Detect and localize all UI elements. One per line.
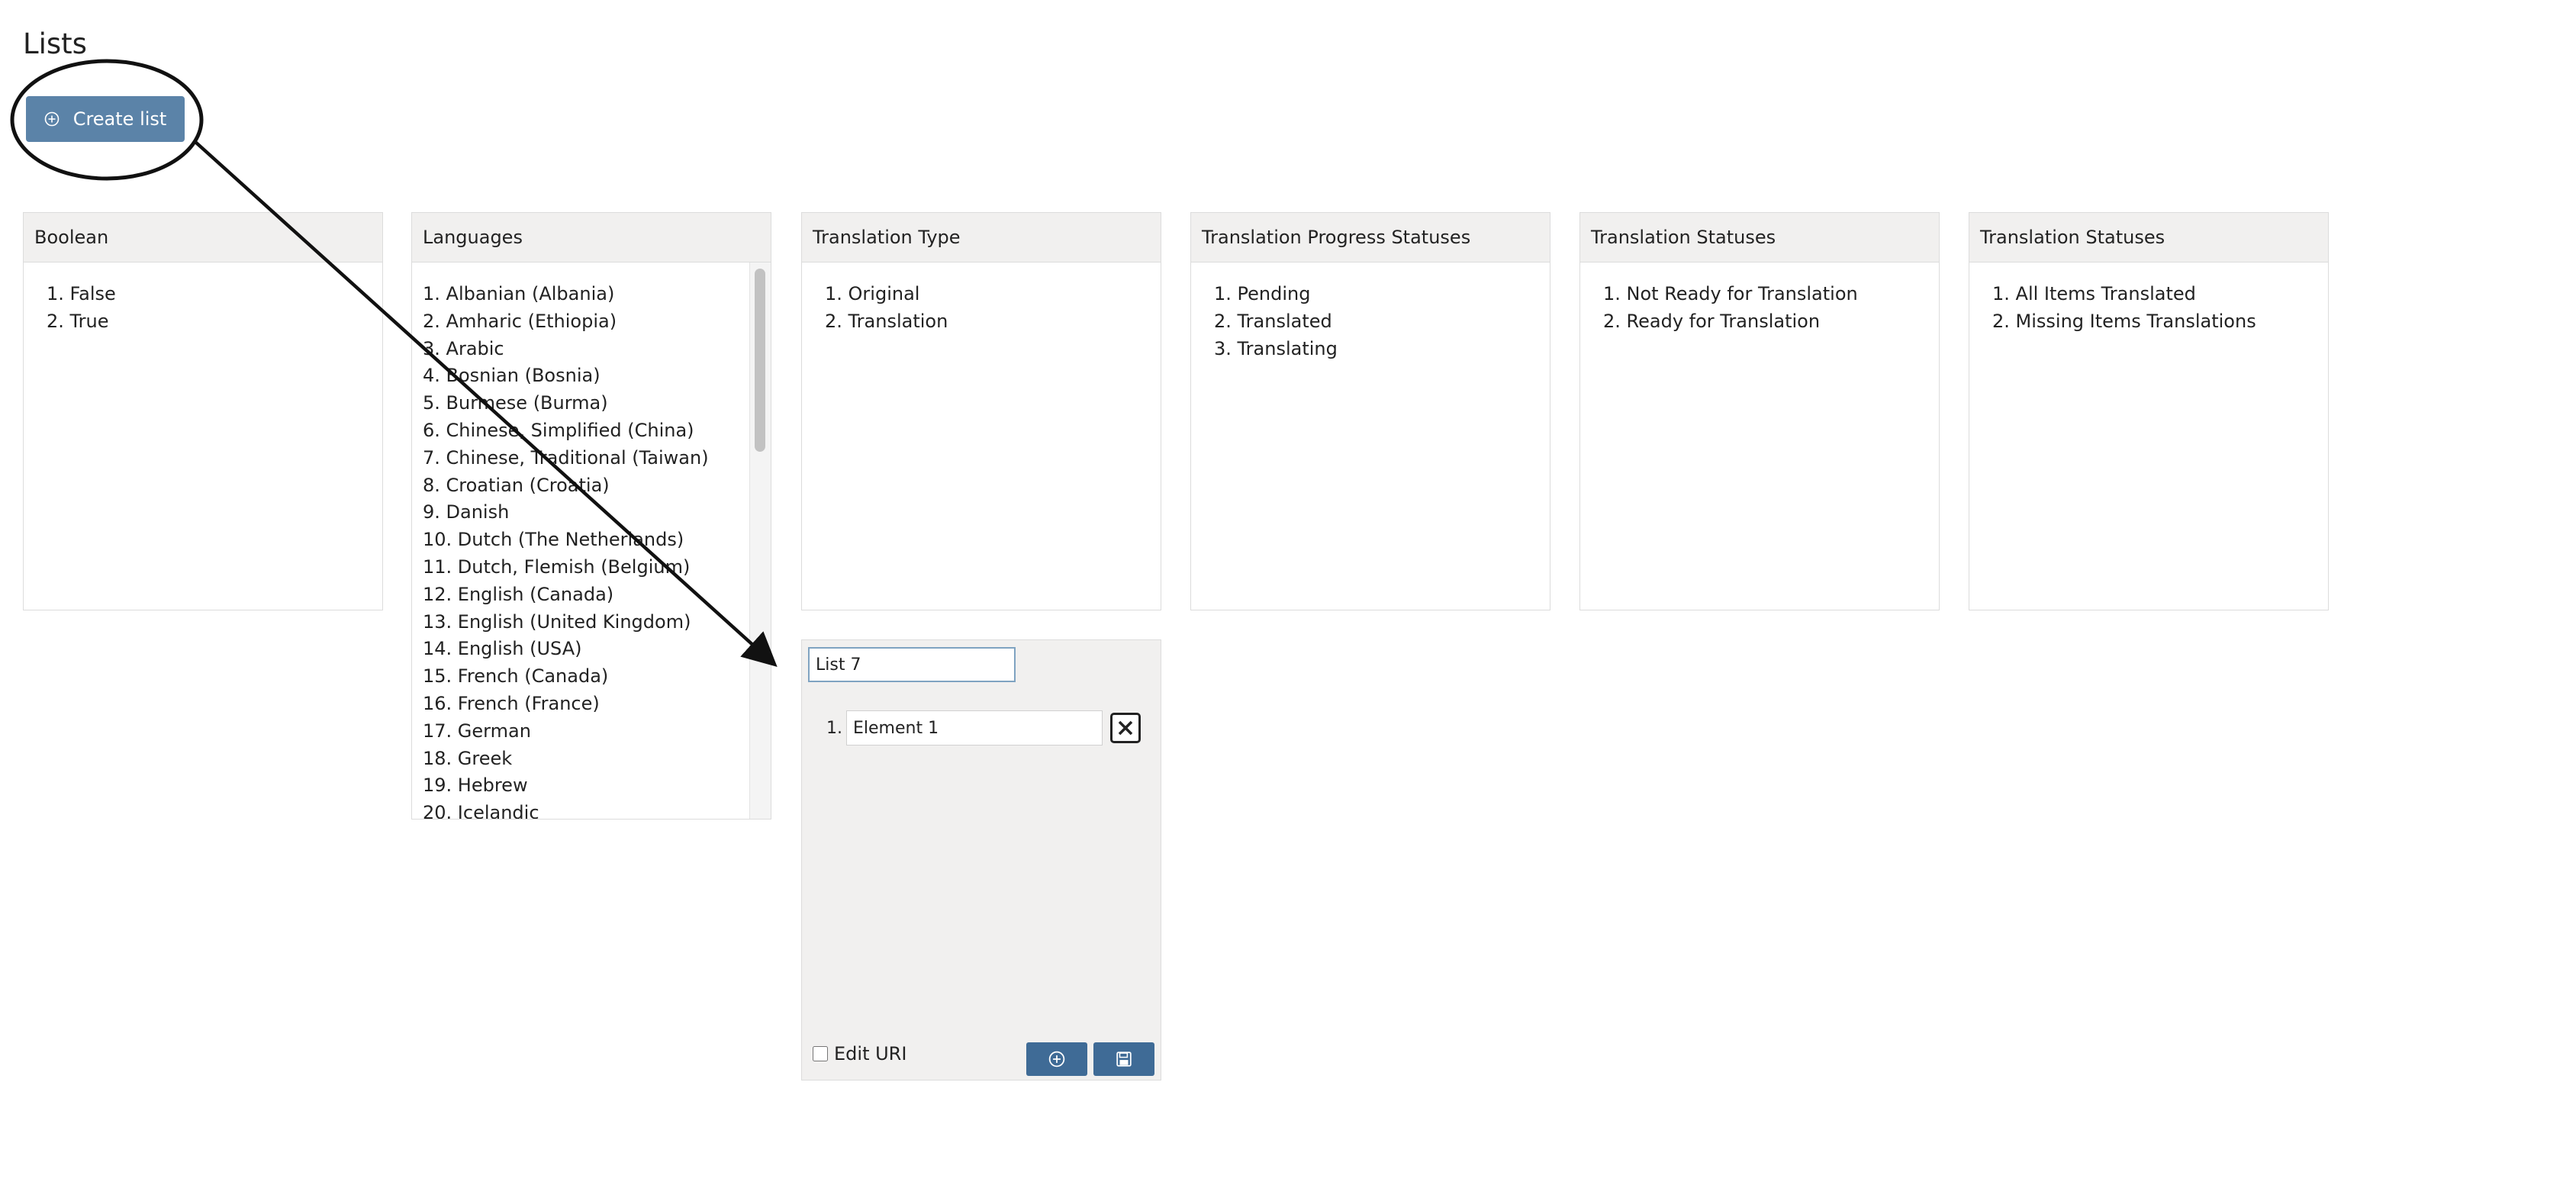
list-name-input[interactable] bbox=[808, 647, 1016, 682]
list-item: 14. English (USA) bbox=[423, 638, 582, 660]
list-item: 10. Dutch (The Netherlands) bbox=[423, 529, 684, 551]
list-items: 1. All Items Translated 2. Missing Items… bbox=[1969, 262, 2328, 336]
list-item: 16. French (France) bbox=[423, 692, 600, 714]
panel-title: Languages bbox=[412, 213, 771, 262]
list-panel-languages: Languages 1. Albanian (Albania) 2. Amhar… bbox=[411, 212, 771, 820]
list-item: 1. False bbox=[47, 283, 116, 304]
close-x-icon bbox=[1118, 720, 1133, 736]
new-list-editor: 1. Edit URI bbox=[801, 639, 1161, 1080]
list-item: 2. Translated bbox=[1214, 310, 1332, 332]
element-row: 1. bbox=[826, 710, 1141, 746]
plus-circle-icon bbox=[44, 111, 59, 127]
list-item: 2. True bbox=[47, 310, 109, 332]
save-list-button[interactable] bbox=[1093, 1042, 1154, 1076]
list-item: 11. Dutch, Flemish (Belgium) bbox=[423, 556, 691, 578]
floppy-disk-icon bbox=[1116, 1051, 1132, 1067]
panel-title: Translation Statuses bbox=[1580, 213, 1939, 262]
remove-element-button[interactable] bbox=[1110, 713, 1141, 743]
list-item: 3. Arabic bbox=[423, 337, 504, 359]
list-panel-translation-statuses-2: Translation Statuses 1. All Items Transl… bbox=[1969, 212, 2329, 610]
create-list-button[interactable]: Create list bbox=[26, 96, 185, 142]
list-item: 17. German bbox=[423, 720, 531, 742]
element-number: 1. bbox=[826, 718, 842, 738]
plus-circle-icon bbox=[1048, 1051, 1065, 1068]
list-item: 1. Not Ready for Translation bbox=[1603, 283, 1858, 304]
edit-uri-checkbox[interactable] bbox=[813, 1046, 828, 1061]
panel-title: Boolean bbox=[24, 213, 382, 262]
list-item: 20. Icelandic bbox=[423, 802, 539, 819]
edit-uri-toggle[interactable]: Edit URI bbox=[813, 1043, 906, 1064]
list-item: 2. Ready for Translation bbox=[1603, 310, 1821, 332]
list-panel-translation-statuses: Translation Statuses 1. Not Ready for Tr… bbox=[1579, 212, 1940, 610]
list-items: 1. Original 2. Translation bbox=[802, 262, 1161, 336]
list-item: 7. Chinese, Traditional (Taiwan) bbox=[423, 446, 709, 469]
list-item: 2. Missing Items Translations bbox=[1992, 310, 2256, 332]
list-item: 6. Chinese, Simplified (China) bbox=[423, 419, 694, 441]
list-items: 1. Pending 2. Translated 3. Translating bbox=[1191, 262, 1550, 362]
list-item: 12. English (Canada) bbox=[423, 583, 614, 605]
list-item: 1. Albanian (Albania) bbox=[423, 283, 615, 304]
element-input[interactable] bbox=[846, 710, 1103, 746]
panel-title: Translation Type bbox=[802, 213, 1161, 262]
list-item: 13. English (United Kingdom) bbox=[423, 610, 691, 633]
list-item: 19. Hebrew bbox=[423, 775, 528, 797]
page-title: Lists bbox=[23, 27, 87, 60]
list-panel-translation-progress-statuses: Translation Progress Statuses 1. Pending… bbox=[1190, 212, 1550, 610]
list-item: 1. Original bbox=[825, 283, 920, 304]
edit-uri-label: Edit URI bbox=[834, 1043, 907, 1064]
vertical-scrollbar[interactable] bbox=[749, 262, 771, 819]
scrollbar-thumb[interactable] bbox=[755, 269, 765, 452]
list-item: 1. All Items Translated bbox=[1992, 283, 2196, 304]
panel-title: Translation Progress Statuses bbox=[1191, 213, 1550, 262]
list-item: 2. Translation bbox=[825, 310, 948, 332]
list-item: 18. Greek bbox=[423, 747, 513, 769]
list-items: 1. False 2. True bbox=[24, 262, 382, 336]
list-item: 4. Bosnian (Bosnia) bbox=[423, 365, 601, 387]
list-item: 15. French (Canada) bbox=[423, 665, 609, 688]
list-item: 8. Croatian (Croatia) bbox=[423, 474, 610, 496]
list-items: 1. Albanian (Albania) 2. Amharic (Ethiop… bbox=[412, 262, 771, 819]
list-item: 1. Pending bbox=[1214, 283, 1311, 304]
panel-title: Translation Statuses bbox=[1969, 213, 2328, 262]
create-list-label: Create list bbox=[72, 108, 167, 130]
list-panel-boolean: Boolean 1. False 2. True bbox=[23, 212, 383, 610]
list-item: 3. Translating bbox=[1214, 337, 1338, 359]
add-element-button[interactable] bbox=[1026, 1042, 1087, 1076]
list-item: 9. Danish bbox=[423, 501, 510, 523]
list-panel-translation-type: Translation Type 1. Original 2. Translat… bbox=[801, 212, 1161, 610]
list-items: 1. Not Ready for Translation 2. Ready fo… bbox=[1580, 262, 1939, 336]
list-item: 5. Burmese (Burma) bbox=[423, 392, 608, 414]
list-item: 2. Amharic (Ethiopia) bbox=[423, 310, 617, 332]
